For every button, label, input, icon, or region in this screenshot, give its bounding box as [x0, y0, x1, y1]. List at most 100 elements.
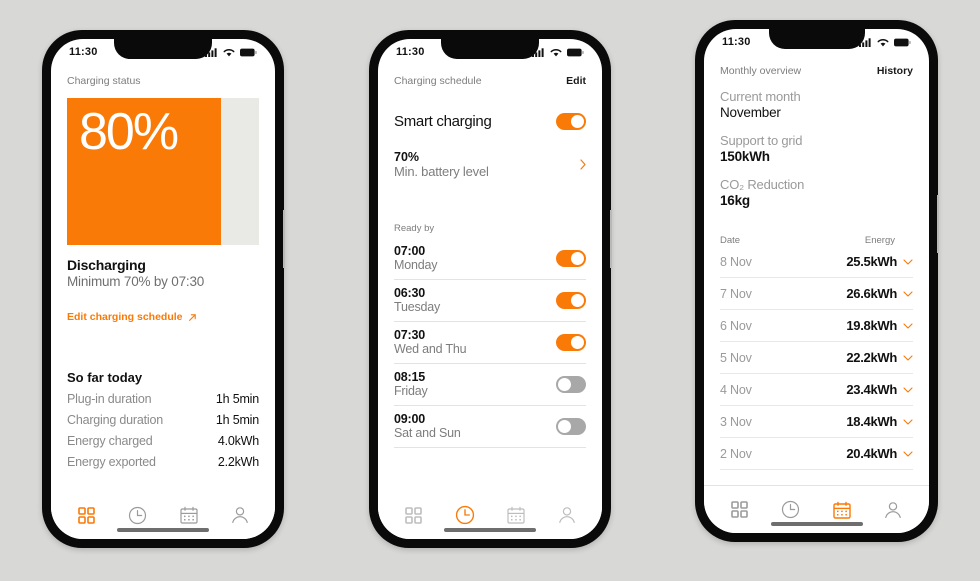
overview-label: Current month — [720, 89, 801, 104]
status-icons — [532, 47, 584, 57]
phone-device-2: 11:30 Charging schedule Edit Smart charg… — [369, 30, 612, 548]
nav-person-icon[interactable] — [873, 495, 913, 525]
table-cell-energy-group: 26.6kWh — [846, 286, 913, 301]
schedule-toggle[interactable] — [556, 249, 586, 267]
schedule-toggle[interactable] — [556, 375, 586, 393]
schedule-toggle[interactable] — [556, 333, 586, 351]
chevron-down-icon[interactable] — [903, 355, 913, 361]
summary-row: Charging duration 1h 5min — [67, 413, 259, 427]
schedule-list: 07:00 Monday 06:30 Tuesday 07:30 Wed and Thu 0… — [394, 238, 586, 448]
smart-charging-row[interactable]: Smart charging — [394, 113, 586, 130]
screenshot-stage: 11:30 Charging status 80% Discharging Mi… — [0, 0, 980, 581]
table-cell-energy: 19.8kWh — [846, 318, 897, 334]
battery-percent-label: 80% — [79, 103, 179, 161]
power-button-2[interactable] — [610, 210, 612, 268]
edit-charging-schedule-link[interactable]: Edit charging schedule — [67, 311, 197, 323]
smart-charging-toggle[interactable] — [556, 113, 586, 130]
summary-label: Energy exported — [67, 455, 156, 469]
wifi-icon — [550, 48, 562, 57]
summary-label: Plug-in duration — [67, 392, 152, 406]
schedule-toggle[interactable] — [556, 417, 586, 435]
ready-by-label: Ready by — [394, 223, 435, 234]
schedule-days: Monday — [394, 258, 438, 272]
table-cell-energy-group: 19.8kWh — [846, 318, 913, 333]
table-cell-energy: 20.4kWh — [846, 446, 897, 462]
table-cell-energy-group: 18.4kWh — [846, 414, 913, 429]
schedule-row[interactable]: 08:15 Friday — [394, 364, 586, 406]
schedule-row[interactable]: 07:00 Monday — [394, 238, 586, 280]
overview-label: Support to grid — [720, 133, 803, 149]
nav-calendar-icon[interactable] — [496, 500, 536, 530]
table-row[interactable]: 3 Nov 18.4kWh — [720, 406, 913, 439]
nav-grid-icon[interactable] — [394, 500, 434, 530]
phone-device-3: 11:30 Monthly overview History Current m… — [695, 20, 939, 542]
table-row[interactable]: 5 Nov 22.2kWh — [720, 342, 913, 375]
schedule-row[interactable]: 06:30 Tuesday — [394, 280, 586, 322]
phone-screen-3: 11:30 Monthly overview History Current m… — [704, 29, 929, 533]
table-row[interactable]: 2 Nov 20.4kWh — [720, 438, 913, 471]
table-cell-energy: 18.4kWh — [846, 414, 897, 430]
chevron-right-icon — [580, 159, 586, 170]
battery-gauge-fill: 80% — [67, 98, 221, 245]
phone-device-1: 11:30 Charging status 80% Discharging Mi… — [42, 30, 285, 548]
nav-grid-icon[interactable] — [720, 495, 760, 525]
nav-grid-icon[interactable] — [67, 500, 107, 530]
overview-value: 16kg — [720, 193, 750, 209]
nav-person-icon[interactable] — [547, 500, 587, 530]
table-cell-energy-group: 25.5kWh — [846, 254, 913, 269]
summary-row: Energy exported 2.2kWh — [67, 455, 259, 469]
chevron-down-icon[interactable] — [903, 387, 913, 393]
battery-icon — [240, 48, 257, 57]
schedule-toggle[interactable] — [556, 291, 586, 309]
summary-value: 2.2kWh — [217, 455, 259, 469]
schedule-time: 09:00 — [394, 412, 425, 426]
summary-row: Energy charged 4.0kWh — [67, 434, 259, 448]
charging-state-subtitle: Minimum 70% by 07:30 — [67, 274, 205, 289]
nav-clock-icon[interactable] — [445, 500, 485, 530]
chevron-down-icon[interactable] — [903, 323, 913, 329]
table-row[interactable]: 6 Nov 19.8kWh — [720, 310, 913, 343]
header-3: Monthly overview History — [720, 55, 913, 77]
overview-item: Support to grid 150kWh — [720, 133, 913, 165]
header-2: Charging schedule Edit — [394, 65, 586, 87]
chevron-down-icon[interactable] — [903, 291, 913, 297]
chevron-down-icon[interactable] — [903, 419, 913, 425]
table-row[interactable]: 7 Nov 26.6kWh — [720, 278, 913, 311]
summary-value: 1h 5min — [215, 413, 259, 427]
so-far-today-title: So far today — [67, 370, 143, 385]
arrow-up-right-icon — [188, 313, 197, 322]
battery-icon — [894, 38, 911, 47]
table-cell-date: 4 Nov — [720, 382, 752, 397]
schedule-row[interactable]: 07:30 Wed and Thu — [394, 322, 586, 364]
table-cell-energy: 22.2kWh — [846, 350, 897, 366]
edit-button[interactable]: Edit — [566, 75, 586, 87]
table-row[interactable]: 4 Nov 23.4kWh — [720, 374, 913, 407]
status-time: 11:30 — [722, 36, 751, 48]
nav-person-icon[interactable] — [220, 500, 260, 530]
signal-icon — [532, 47, 545, 57]
status-time: 11:30 — [396, 46, 425, 58]
summary-value: 4.0kWh — [217, 434, 259, 448]
nav-calendar-icon[interactable] — [822, 495, 862, 525]
signal-icon — [859, 37, 872, 47]
chevron-down-icon[interactable] — [903, 259, 913, 265]
status-bar-1: 11:30 — [51, 39, 275, 65]
overview-value: 150kWh — [720, 149, 770, 165]
power-button-3[interactable] — [937, 195, 939, 253]
nav-clock-icon[interactable] — [118, 500, 158, 530]
table-cell-date: 5 Nov — [720, 350, 752, 365]
energy-history-list: 8 Nov 25.5kWh 7 Nov 26.6kWh 6 Nov 19.8kWh 5 No… — [720, 246, 913, 471]
history-button[interactable]: History — [877, 65, 913, 77]
min-battery-row[interactable]: 70% Min. battery level — [394, 150, 586, 179]
overview-item: CO₂ Reduction 16kg — [720, 177, 913, 209]
nav-calendar-icon[interactable] — [169, 500, 209, 530]
home-indicator-2 — [444, 528, 536, 532]
nav-clock-icon[interactable] — [771, 495, 811, 525]
schedule-row[interactable]: 09:00 Sat and Sun — [394, 406, 586, 448]
power-button-1[interactable] — [283, 210, 285, 268]
table-row[interactable]: 8 Nov 25.5kWh — [720, 246, 913, 279]
chevron-down-icon[interactable] — [903, 451, 913, 457]
summary-value: 1h 5min — [215, 392, 259, 406]
edit-charging-schedule-label: Edit charging schedule — [67, 311, 183, 323]
table-cell-date: 7 Nov — [720, 286, 752, 301]
